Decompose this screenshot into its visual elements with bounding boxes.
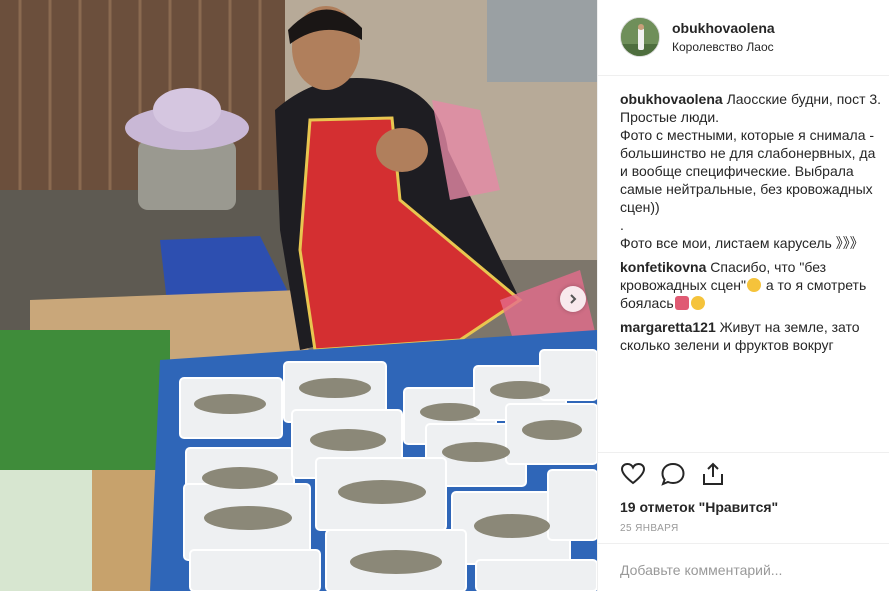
heart-icon xyxy=(620,462,646,485)
caption-line-2: Простые люди. xyxy=(620,109,720,125)
heart-emoji xyxy=(674,296,689,310)
like-button[interactable] xyxy=(620,461,646,487)
comment-username[interactable]: margaretta121 xyxy=(620,319,716,335)
caption-line-5: Фото все мои, листаем карусель 》》》 xyxy=(620,235,864,251)
post-side-panel: obukhovaolena Королевство Лаос obukhovao… xyxy=(597,0,889,591)
grinning-face-emoji xyxy=(746,278,761,292)
caption-line-1: Лаосские будни, пост 3. xyxy=(726,91,882,107)
comment-username[interactable]: konfetikovna xyxy=(620,259,706,275)
actions-divider xyxy=(598,452,889,453)
caption: obukhovaolena Лаосские будни, пост 3. Пр… xyxy=(620,90,882,252)
market-photo xyxy=(0,0,597,591)
comment-button[interactable] xyxy=(660,461,686,487)
comment-item: margaretta121 Живут на земле, зато сколь… xyxy=(620,318,882,354)
comment-item: konfetikovna Спасибо, что "без кровожадн… xyxy=(620,258,882,312)
share-button[interactable] xyxy=(700,461,726,487)
caption-username[interactable]: obukhovaolena xyxy=(620,91,723,107)
add-comment-section xyxy=(598,543,889,591)
avatar-image xyxy=(621,18,659,56)
header-location[interactable]: Королевство Лаос xyxy=(672,40,774,54)
chevron-right-icon xyxy=(570,294,577,304)
post-photo[interactable] xyxy=(0,0,597,591)
carousel-next-button[interactable] xyxy=(560,286,586,312)
speech-bubble-icon xyxy=(661,462,685,486)
likes-count[interactable]: 19 отметок "Нравится" xyxy=(620,499,778,515)
header-username[interactable]: obukhovaolena xyxy=(672,20,775,36)
avatar[interactable] xyxy=(620,17,660,57)
caption-line-3: Фото с местными, которые я снимала - бол… xyxy=(620,127,876,215)
comments-section: obukhovaolena Лаосские будни, пост 3. Пр… xyxy=(620,90,882,354)
share-icon xyxy=(703,462,723,485)
add-comment-input[interactable] xyxy=(620,562,870,578)
grinning-face-emoji xyxy=(690,296,705,310)
caption-line-4: . xyxy=(620,217,624,233)
post-date[interactable]: 25 ЯНВАРЯ xyxy=(620,523,679,534)
post-header: obukhovaolena Королевство Лаос xyxy=(598,0,889,76)
